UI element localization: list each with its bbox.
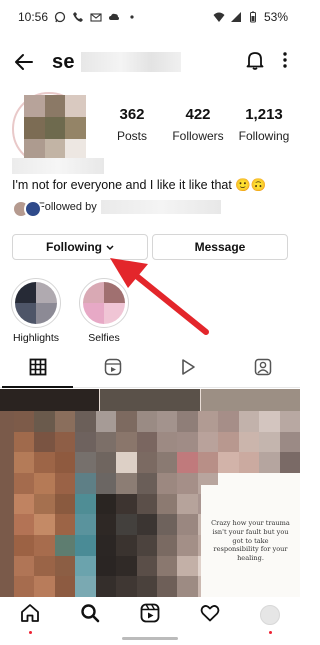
- reels-icon: [104, 358, 122, 381]
- home-icon: [20, 603, 40, 628]
- whatsapp-icon: [54, 11, 66, 23]
- followers-count: 422: [185, 106, 211, 123]
- posts-count: 362: [119, 106, 145, 123]
- followed-by-text: Followed by: [38, 201, 97, 213]
- posts-label: Posts: [116, 129, 147, 143]
- heart-icon: [200, 603, 220, 628]
- battery-icon: [247, 11, 259, 23]
- play-icon: [179, 358, 197, 381]
- vertical-dots-icon[interactable]: [282, 51, 288, 74]
- post-thumbnail[interactable]: [201, 389, 300, 411]
- tab-tagged[interactable]: [225, 352, 300, 387]
- posts-grid: Crazy how your trauma isn't your fault b…: [0, 389, 300, 597]
- tab-grid[interactable]: [0, 352, 75, 388]
- phone-icon: [72, 11, 84, 23]
- post-thumbnail[interactable]: [100, 389, 200, 411]
- wifi-icon: [213, 11, 225, 23]
- highlight-label: Highlights: [12, 332, 60, 344]
- posts-stat[interactable]: 362 Posts: [100, 106, 164, 143]
- bottom-navigation: [0, 597, 300, 634]
- back-arrow-icon[interactable]: [12, 50, 36, 74]
- mail-icon: [90, 11, 102, 23]
- bell-icon[interactable]: [246, 50, 264, 75]
- following-label: Following: [238, 129, 290, 143]
- nav-profile[interactable]: [255, 600, 285, 634]
- annotation-arrow: [110, 258, 209, 335]
- post-thumbnail[interactable]: [0, 411, 14, 597]
- redacted-display-name: [12, 158, 104, 174]
- profile-avatar[interactable]: [24, 95, 86, 161]
- redacted-username: [80, 52, 181, 72]
- profile-stats: 362 Posts 422 Followers 1,213 Following: [100, 106, 296, 143]
- post-thumbnail[interactable]: [0, 389, 99, 411]
- notification-dot: [28, 631, 32, 634]
- followers-label: Followers: [172, 129, 224, 143]
- followed-by-row[interactable]: Followed by: [12, 200, 221, 218]
- profile-tabs: [0, 352, 300, 388]
- profile-icon: [260, 605, 280, 625]
- tab-reels[interactable]: [75, 352, 150, 387]
- tab-videos[interactable]: [150, 352, 225, 387]
- cloud-icon: [108, 11, 120, 23]
- reels-icon: [140, 603, 160, 628]
- mutual-avatar: [24, 200, 42, 218]
- battery-percent: 53%: [263, 10, 288, 24]
- signal-icon: [230, 11, 242, 23]
- tagged-icon: [254, 358, 272, 381]
- nav-home[interactable]: [15, 600, 45, 634]
- profile-bio: I'm not for everyone and I like it like …: [12, 178, 267, 192]
- highlight-item[interactable]: Highlights: [8, 278, 64, 344]
- following-count: 1,213: [245, 106, 283, 123]
- nav-reels[interactable]: [135, 600, 165, 630]
- followers-stat[interactable]: 422 Followers: [166, 106, 230, 143]
- redacted-mutuals: [100, 200, 221, 214]
- home-indicator: [122, 637, 178, 640]
- quote-text: Crazy how your trauma isn't your fault b…: [211, 518, 290, 563]
- following-button-label: Following: [46, 240, 102, 254]
- search-icon: [80, 603, 100, 628]
- notification-dot: [268, 631, 272, 634]
- following-stat[interactable]: 1,213 Following: [232, 106, 296, 143]
- nav-search[interactable]: [75, 600, 105, 630]
- status-time: 10:56: [18, 10, 49, 24]
- highlight-cover: [11, 278, 61, 328]
- nav-activity[interactable]: [195, 600, 225, 630]
- quote-post[interactable]: Crazy how your trauma isn't your fault b…: [201, 485, 300, 597]
- profile-header: se: [0, 42, 300, 82]
- dot-icon: [126, 11, 138, 23]
- username: se: [52, 50, 75, 73]
- status-bar: 10:56 53%: [0, 0, 300, 34]
- grid-icon: [29, 358, 47, 381]
